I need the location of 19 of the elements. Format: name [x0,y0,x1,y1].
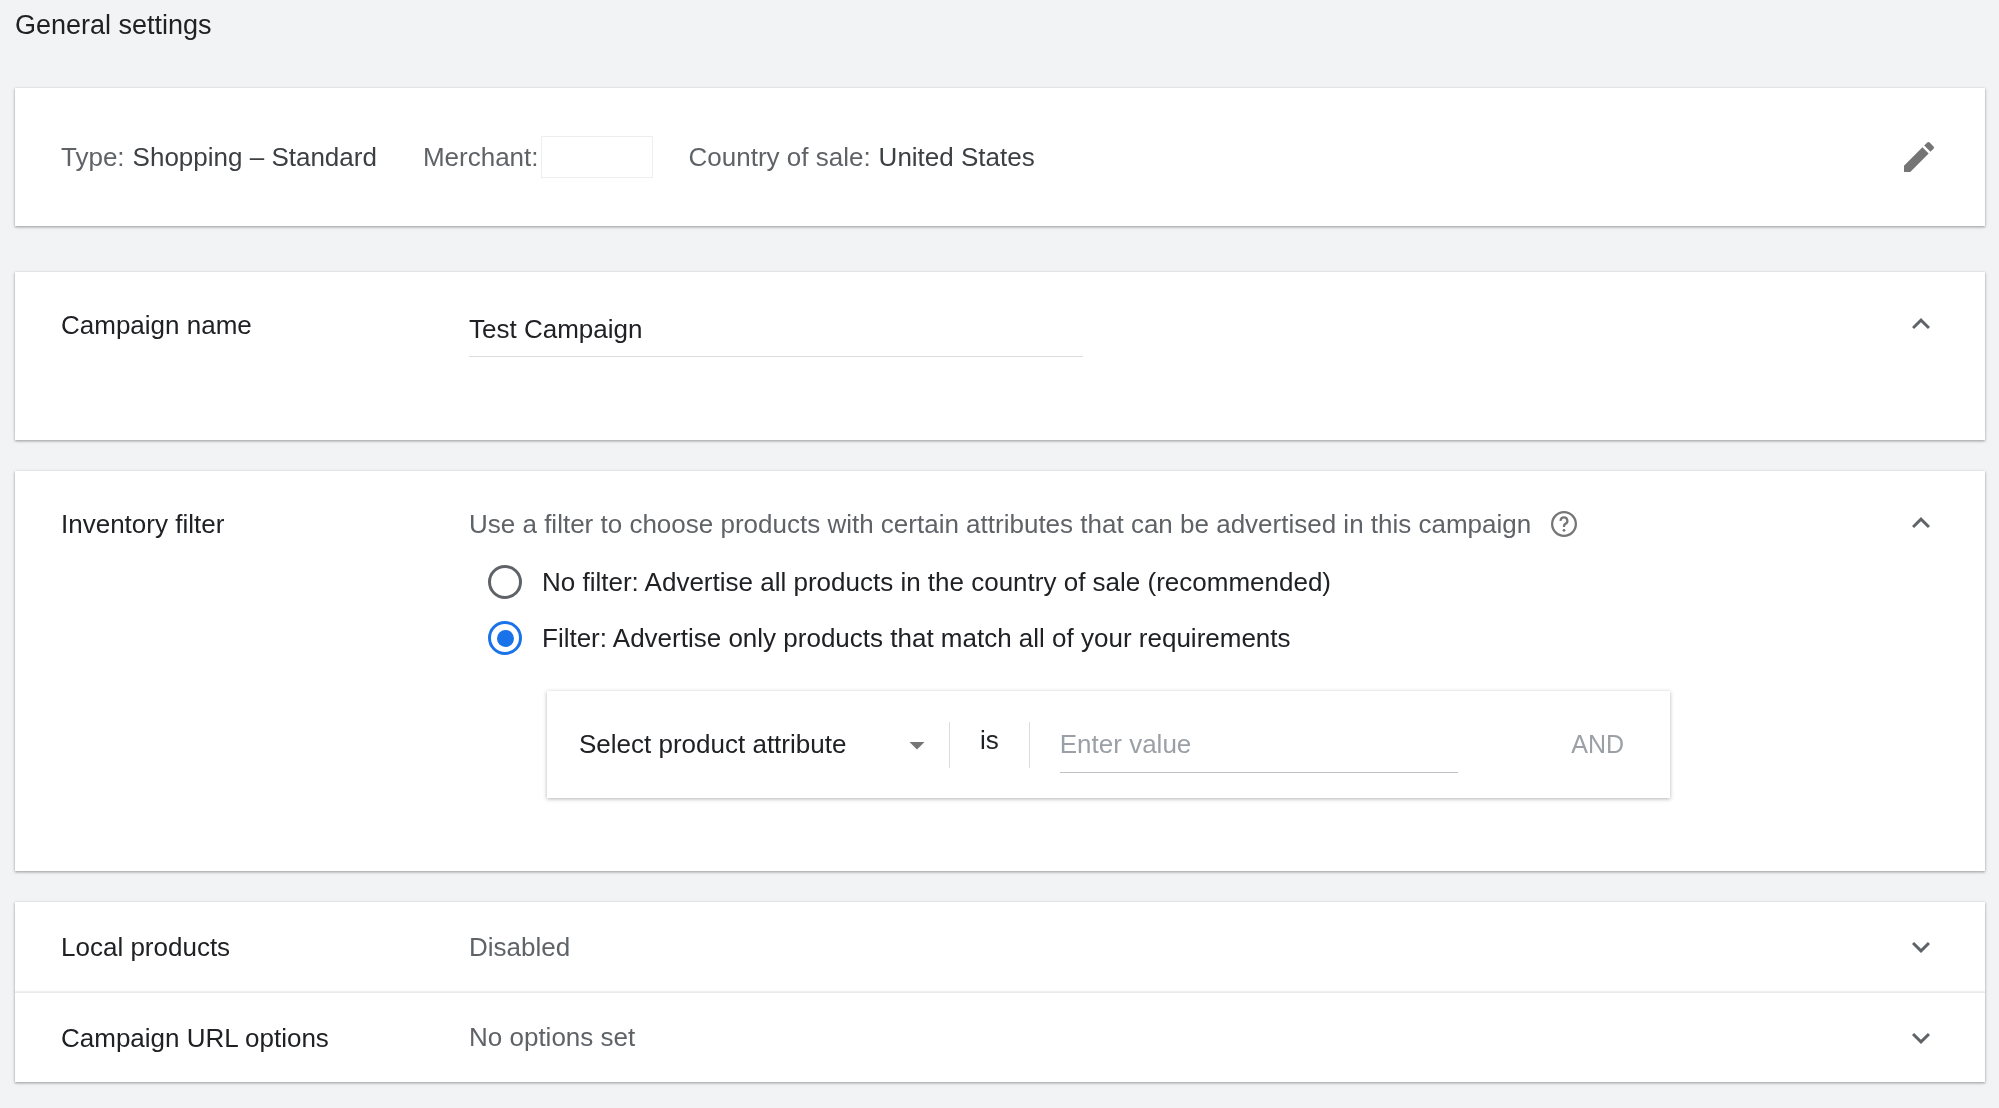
help-icon[interactable] [1549,509,1580,539]
radio-button[interactable] [488,621,522,655]
section-label: Campaign name [61,309,253,342]
section-summary: Disabled [469,931,571,962]
section-label: Local products [61,931,232,964]
radio-label: Filter: Advertise only products that match all of your requirements [542,622,1291,654]
summary-text: Merchant: [422,141,539,173]
operator-text: is [980,725,999,756]
section-label: Campaign URL options [61,1021,330,1055]
radio-button[interactable] [488,565,522,599]
attribute-dropdown[interactable]: Select product attribute [579,729,899,760]
summary-text: Country of sale: United States [688,141,1035,173]
filter-description: Use a filter to choose products with certain attributes that can be advertised in this campaign [469,508,1532,541]
radio-label: No filter: Advertise all products in the country of sale (recommended) [542,566,1332,598]
section-summary: No options set [469,1022,636,1052]
page-title: General settings [15,9,213,42]
section-label: Inventory filter [61,508,226,541]
campaign-name-field[interactable]: Test Campaign [469,306,1083,357]
summary-text: Type: Shopping – Standard [61,141,377,173]
